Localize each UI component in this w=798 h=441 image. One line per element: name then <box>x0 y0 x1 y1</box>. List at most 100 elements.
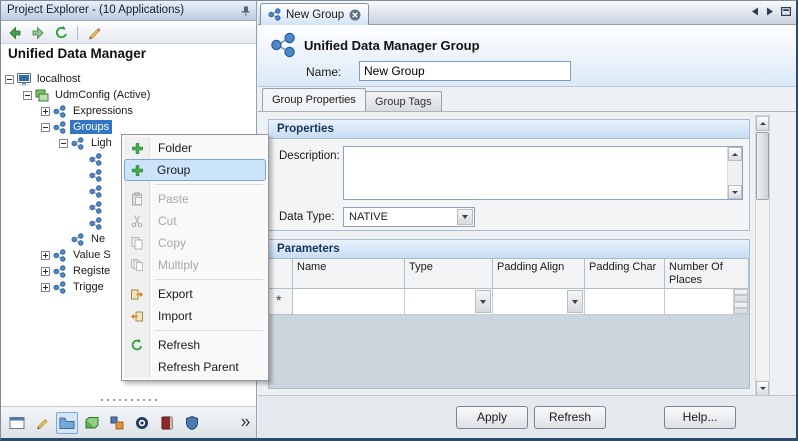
tree-item-child[interactable] <box>77 183 112 199</box>
edit-icon <box>87 26 101 40</box>
page-vertical-scrollbar[interactable] <box>755 115 770 397</box>
tree-item-udmconfig[interactable]: UdmConfig (Active) <box>23 87 153 103</box>
apply-button[interactable]: Apply <box>456 406 528 429</box>
tree-item-value-s[interactable]: Value S <box>41 247 114 263</box>
tree-item-expressions[interactable]: Expressions <box>41 103 136 119</box>
menu-item-group[interactable]: Group <box>124 159 266 181</box>
tab-group-properties[interactable]: Group Properties <box>262 88 366 111</box>
data-type-combobox[interactable]: NATIVE <box>343 207 475 227</box>
menu-item-cut[interactable]: Cut <box>124 210 266 232</box>
cell-name[interactable] <box>293 289 405 315</box>
cell-type[interactable] <box>405 289 493 315</box>
document-tab-new-group[interactable]: New Group <box>260 3 369 25</box>
edit-button[interactable] <box>84 23 104 42</box>
menu-item-multiply[interactable]: Multiply <box>124 254 266 276</box>
column-header-padding-char[interactable]: Padding Char <box>585 259 665 289</box>
tree-item-ne[interactable]: Ne <box>59 231 108 247</box>
blocks-icon[interactable] <box>106 412 128 434</box>
menu-item-copy[interactable]: Copy <box>124 232 266 254</box>
collapse-expander-icon[interactable] <box>41 123 50 132</box>
menu-item-paste[interactable]: Paste <box>124 188 266 210</box>
tree-item-localhost[interactable]: localhost <box>5 71 83 87</box>
tree-item-trigge[interactable]: Trigge <box>41 279 107 295</box>
data-type-value: NATIVE <box>349 211 388 223</box>
new-row-marker: * <box>276 292 281 308</box>
collapse-expander-icon[interactable] <box>23 91 32 100</box>
expand-expander-icon[interactable] <box>41 283 50 292</box>
tree-item-groups[interactable]: Groups <box>41 119 112 135</box>
scroll-tabs-left-icon[interactable] <box>751 7 759 16</box>
cell-padding-align[interactable] <box>493 289 585 315</box>
dropdown-button[interactable] <box>567 290 583 313</box>
tree-item-child[interactable] <box>77 215 112 231</box>
project-explorer-titlebar[interactable]: Project Explorer - (10 Applications) <box>1 1 256 21</box>
menu-item-import[interactable]: Import <box>124 305 266 327</box>
tree-item-child[interactable] <box>77 167 112 183</box>
close-tab-icon[interactable] <box>349 9 361 21</box>
scroll-tabs-right-icon[interactable] <box>766 7 774 16</box>
tree-item-child[interactable] <box>77 199 112 215</box>
context-menu: Folder Group Paste Cut Copy Multiply Exp… <box>121 134 269 381</box>
description-scrollbar[interactable] <box>727 147 742 199</box>
cube-icon[interactable] <box>81 412 103 434</box>
expand-expander-icon[interactable] <box>41 267 50 276</box>
cut-icon <box>124 214 150 228</box>
expand-expander-icon[interactable] <box>41 251 50 260</box>
menu-item-export[interactable]: Export <box>124 283 266 305</box>
document-title: Unified Data Manager Group <box>304 38 480 53</box>
folder-icon[interactable] <box>56 412 78 434</box>
shield-icon[interactable] <box>181 412 203 434</box>
name-input[interactable] <box>359 61 571 81</box>
export-icon <box>124 287 150 301</box>
menu-separator <box>155 184 263 185</box>
menu-item-refresh-parent[interactable]: Refresh Parent <box>124 356 266 378</box>
menu-item-folder[interactable]: Folder <box>124 137 266 159</box>
splitter-grip[interactable] <box>99 398 159 402</box>
forward-button[interactable] <box>28 23 48 42</box>
scroll-down-icon[interactable] <box>756 381 769 396</box>
dropdown-button[interactable] <box>475 290 491 313</box>
expand-expander-icon[interactable] <box>41 107 50 116</box>
spinner-up-icon[interactable] <box>734 289 748 302</box>
cell-padding-char[interactable] <box>585 289 665 315</box>
tab-label: New Group <box>286 9 344 21</box>
refresh-button[interactable]: Refresh <box>534 406 606 429</box>
target-icon[interactable] <box>131 412 153 434</box>
cell-number-of-places[interactable] <box>665 289 749 315</box>
share-nodes-icon <box>53 249 67 262</box>
spinner-down-icon[interactable] <box>734 302 748 315</box>
menu-item-refresh[interactable]: Refresh <box>124 334 266 356</box>
parameters-header: Parameters <box>269 240 749 259</box>
tree-item-label: Ne <box>88 232 108 246</box>
collapse-expander-icon[interactable] <box>5 75 14 84</box>
column-header-number-of-places[interactable]: Number Of Places <box>665 259 749 289</box>
pin-icon[interactable] <box>238 4 252 18</box>
tree-item-child[interactable] <box>77 151 112 167</box>
overflow-chevron-icon[interactable] <box>240 417 251 428</box>
scroll-up-icon[interactable] <box>728 147 742 161</box>
row-header[interactable]: * <box>269 289 293 315</box>
tab-group-tags[interactable]: Group Tags <box>365 91 442 111</box>
scrollbar-thumb[interactable] <box>756 132 769 200</box>
number-spinner[interactable] <box>733 289 748 314</box>
pencil-icon[interactable] <box>31 412 53 434</box>
scroll-up-icon[interactable] <box>756 116 769 131</box>
refresh-button[interactable] <box>51 23 71 42</box>
tree-item-registe[interactable]: Registe <box>41 263 113 279</box>
book-icon[interactable] <box>156 412 178 434</box>
share-nodes-icon <box>53 121 67 134</box>
scroll-down-icon[interactable] <box>728 185 742 199</box>
column-header-padding-align[interactable]: Padding Align <box>493 259 585 289</box>
toolbar-separator <box>77 26 78 40</box>
column-header-name[interactable]: Name <box>293 259 405 289</box>
collapse-expander-icon[interactable] <box>59 139 68 148</box>
back-button[interactable] <box>5 23 25 42</box>
explorer-heading: Unified Data Manager <box>8 46 146 61</box>
description-input[interactable] <box>344 147 727 199</box>
window-icon[interactable] <box>6 412 28 434</box>
help-button[interactable]: Help... <box>664 406 736 429</box>
column-header-type[interactable]: Type <box>405 259 493 289</box>
window-list-icon[interactable] <box>781 7 791 16</box>
dropdown-button[interactable] <box>457 209 473 225</box>
tree-item-light[interactable]: Ligh <box>59 135 115 151</box>
